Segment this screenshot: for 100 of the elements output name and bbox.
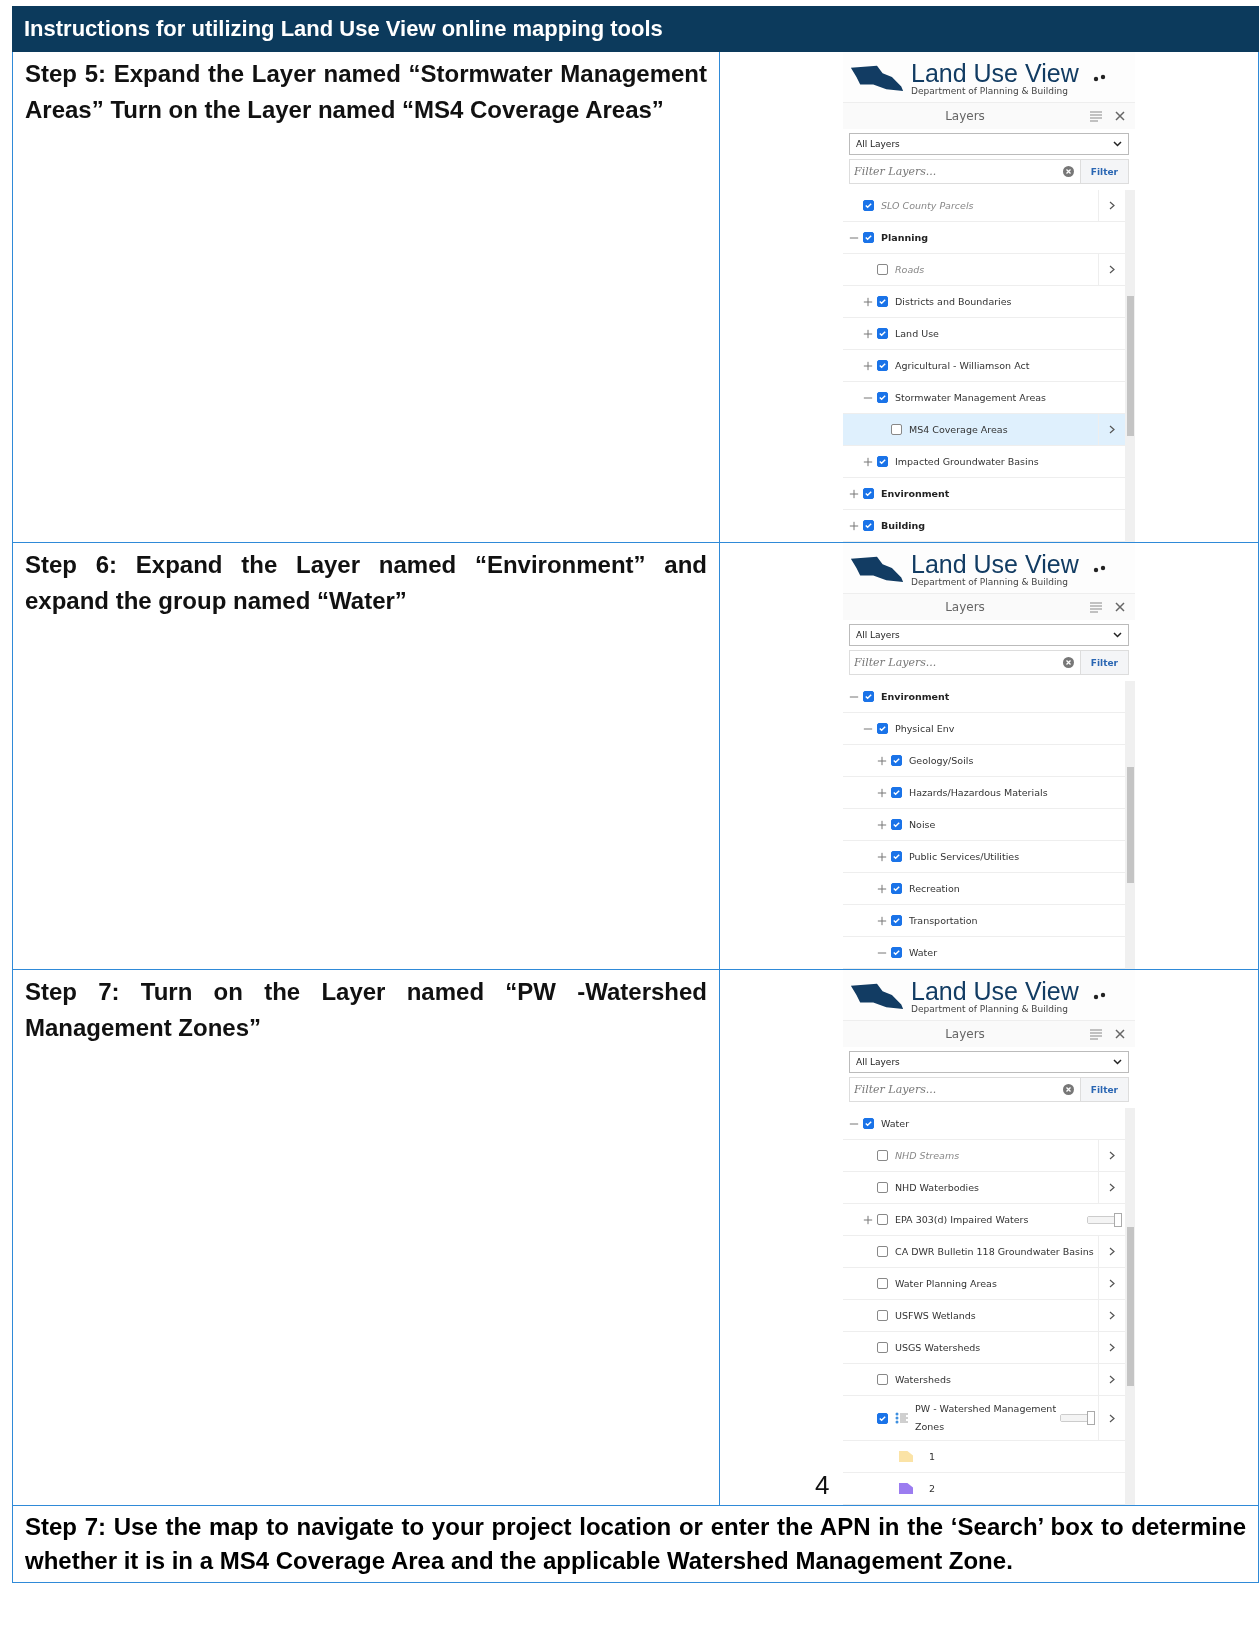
layer-row[interactable]: NHD Waterbodies xyxy=(843,1172,1125,1204)
layer-row[interactable]: Roads xyxy=(843,254,1125,286)
menu-icon[interactable] xyxy=(1089,110,1103,122)
close-icon[interactable] xyxy=(1113,1028,1127,1040)
layer-row[interactable]: NHD Streams xyxy=(843,1140,1125,1172)
layer-row[interactable]: Water xyxy=(843,937,1125,969)
layer-row[interactable]: SLO County Parcels xyxy=(843,190,1125,222)
layer-label: Geology/Soils xyxy=(909,753,975,768)
expand-icon[interactable] xyxy=(849,520,859,531)
layer-row[interactable]: USFWS Wetlands xyxy=(843,1300,1125,1332)
layer-row[interactable]: Water Planning Areas xyxy=(843,1268,1125,1300)
filter-field[interactable]: Filter Layers... Filter xyxy=(849,1077,1129,1102)
filter-button[interactable]: Filter xyxy=(1079,651,1128,674)
expand-icon[interactable] xyxy=(863,456,873,467)
checkbox[interactable] xyxy=(863,691,874,702)
filter-button[interactable]: Filter xyxy=(1079,1078,1128,1101)
layer-row[interactable]: Physical Env xyxy=(843,713,1125,745)
filter-field[interactable]: Filter Layers... Filter xyxy=(849,650,1129,675)
scrollbar[interactable] xyxy=(1125,681,1135,969)
expand-icon[interactable] xyxy=(863,328,873,339)
checkbox[interactable] xyxy=(891,851,902,862)
expand-icon[interactable] xyxy=(877,851,887,862)
checkbox[interactable] xyxy=(891,755,902,766)
checkbox[interactable] xyxy=(877,1278,888,1289)
checkbox[interactable] xyxy=(877,360,888,371)
layer-label: Water xyxy=(909,945,939,960)
checkbox[interactable] xyxy=(863,200,874,211)
layer-row[interactable]: 2 xyxy=(843,1473,1125,1505)
checkbox[interactable] xyxy=(877,456,888,467)
layer-dropdown[interactable]: All Layers xyxy=(849,133,1129,155)
checkbox[interactable] xyxy=(877,392,888,403)
filter-button[interactable]: Filter xyxy=(1079,160,1128,183)
checkbox[interactable] xyxy=(877,296,888,307)
layer-row[interactable]: 1 xyxy=(843,1441,1125,1473)
expand-icon[interactable] xyxy=(863,296,873,307)
header-title: Instructions for utilizing Land Use View online mapping tools xyxy=(12,6,1259,52)
layer-dropdown[interactable]: All Layers xyxy=(849,1051,1129,1073)
close-icon[interactable] xyxy=(1113,110,1127,122)
checkbox[interactable] xyxy=(877,1246,888,1257)
layer-row[interactable]: Environment xyxy=(843,478,1125,510)
layer-row[interactable]: EPA 303(d) Impaired Waters xyxy=(843,1204,1125,1236)
opacity-slider[interactable] xyxy=(1060,1414,1092,1422)
checkbox[interactable] xyxy=(863,488,874,499)
layer-row[interactable]: Building xyxy=(843,510,1125,542)
expand-icon[interactable] xyxy=(877,787,887,798)
layer-row[interactable]: Public Services/Utilities xyxy=(843,841,1125,873)
checkbox[interactable] xyxy=(863,232,874,243)
layer-label: Noise xyxy=(909,817,937,832)
close-icon[interactable] xyxy=(1113,601,1127,613)
filter-field[interactable]: Filter Layers... Filter xyxy=(849,159,1129,184)
layer-label: Hazards/Hazardous Materials xyxy=(909,785,1049,800)
checkbox[interactable] xyxy=(891,915,902,926)
layer-row[interactable]: Hazards/Hazardous Materials xyxy=(843,777,1125,809)
expand-icon[interactable] xyxy=(877,915,887,926)
layer-row[interactable]: Districts and Boundaries xyxy=(843,286,1125,318)
layer-row[interactable]: PW - Watershed Management Zones xyxy=(843,1396,1125,1441)
checkbox[interactable] xyxy=(877,264,888,275)
layer-row[interactable]: Recreation xyxy=(843,873,1125,905)
opacity-slider[interactable] xyxy=(1087,1215,1119,1224)
checkbox[interactable] xyxy=(877,1374,888,1385)
layer-row[interactable]: Noise xyxy=(843,809,1125,841)
layer-row[interactable]: Geology/Soils xyxy=(843,745,1125,777)
checkbox[interactable] xyxy=(877,1150,888,1161)
checkbox[interactable] xyxy=(891,787,902,798)
checkbox[interactable] xyxy=(863,1118,874,1129)
expand-icon[interactable] xyxy=(863,360,873,371)
menu-icon[interactable] xyxy=(1089,1028,1103,1040)
checkbox[interactable] xyxy=(877,1342,888,1353)
checkbox[interactable] xyxy=(877,1412,888,1424)
scrollbar[interactable] xyxy=(1125,1108,1135,1505)
layer-row[interactable]: Environment xyxy=(843,681,1125,713)
layer-row[interactable]: USGS Watersheds xyxy=(843,1332,1125,1364)
scrollbar[interactable] xyxy=(1125,190,1135,542)
checkbox[interactable] xyxy=(877,328,888,339)
layer-row[interactable]: Watersheds xyxy=(843,1364,1125,1396)
checkbox[interactable] xyxy=(891,947,902,958)
layer-row[interactable]: Impacted Groundwater Basins xyxy=(843,446,1125,478)
checkbox[interactable] xyxy=(877,1214,888,1225)
checkbox[interactable] xyxy=(891,819,902,830)
layer-row[interactable]: Agricultural - Williamson Act xyxy=(843,350,1125,382)
expand-icon[interactable] xyxy=(877,755,887,766)
checkbox[interactable] xyxy=(863,520,874,531)
checkbox[interactable] xyxy=(877,1182,888,1193)
checkbox[interactable] xyxy=(877,1310,888,1321)
layer-dropdown[interactable]: All Layers xyxy=(849,624,1129,646)
expand-icon[interactable] xyxy=(863,1214,873,1225)
checkbox[interactable] xyxy=(891,424,902,435)
expand-icon[interactable] xyxy=(849,488,859,499)
layer-row[interactable]: Transportation xyxy=(843,905,1125,937)
expand-icon[interactable] xyxy=(877,883,887,894)
checkbox[interactable] xyxy=(877,723,888,734)
layer-label: Physical Env xyxy=(895,721,956,736)
layer-row[interactable]: CA DWR Bulletin 118 Groundwater Basins xyxy=(843,1236,1125,1268)
layer-row[interactable]: Planning xyxy=(843,222,1125,254)
checkbox[interactable] xyxy=(891,883,902,894)
layer-row[interactable]: Land Use xyxy=(843,318,1125,350)
menu-icon[interactable] xyxy=(1089,601,1103,613)
layer-row[interactable]: Water xyxy=(843,1108,1125,1140)
layer-row[interactable]: MS4 Coverage Areas xyxy=(843,414,1125,446)
expand-icon[interactable] xyxy=(877,819,887,830)
